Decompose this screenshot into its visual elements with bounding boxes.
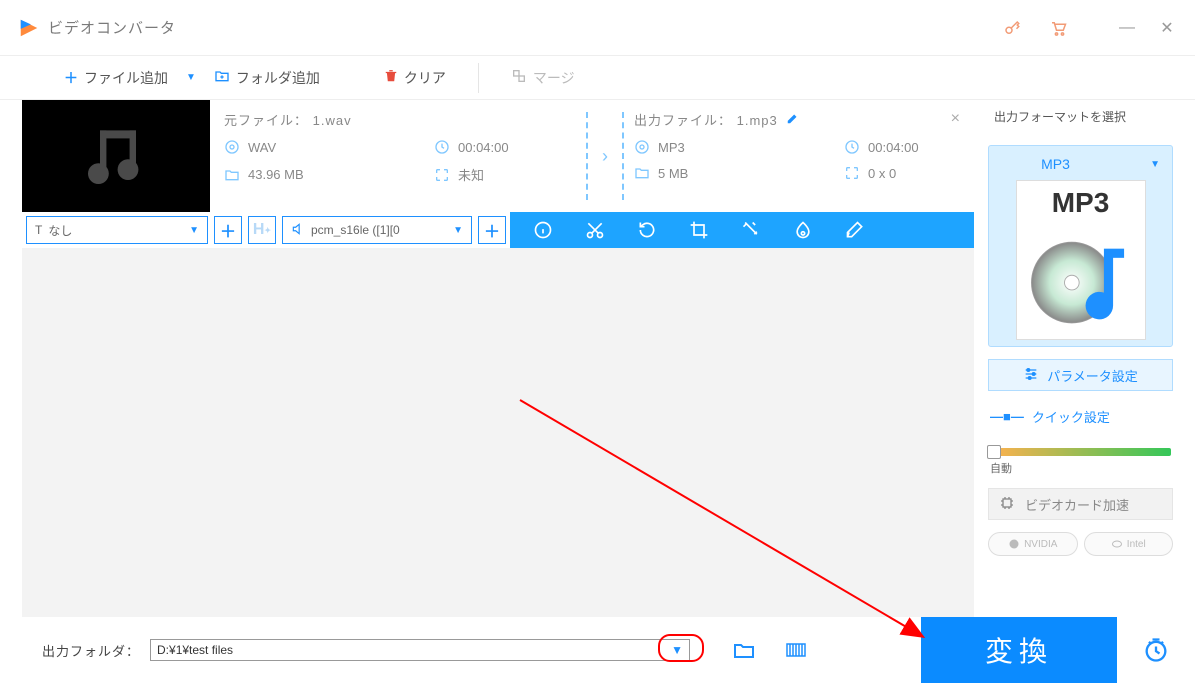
- output-duration: 00:04:00: [844, 139, 974, 155]
- minimize-button[interactable]: —: [1117, 18, 1137, 38]
- add-folder-button[interactable]: フォルダ追加: [214, 68, 320, 88]
- source-duration: 00:04:00: [434, 139, 564, 155]
- chevron-down-icon: ▼: [189, 225, 199, 236]
- folder-plus-icon: [214, 68, 230, 87]
- edit-tool-icon[interactable]: [844, 219, 866, 241]
- open-folder-button[interactable]: [730, 637, 758, 663]
- quick-settings-label: ―■― クイック設定: [988, 403, 1173, 430]
- close-button[interactable]: ✕: [1157, 18, 1177, 38]
- speaker-icon: [291, 222, 305, 239]
- cut-tool-icon[interactable]: [584, 219, 606, 241]
- add-file-button[interactable]: ＋ ファイル追加: [64, 68, 168, 88]
- merge-button[interactable]: マージ: [511, 68, 575, 88]
- subtitle-select[interactable]: T なし ▼: [26, 216, 208, 244]
- convert-direction-arrow: ›: [590, 100, 620, 212]
- audio-track-select[interactable]: pcm_s16le ([1][0 ▼: [282, 216, 472, 244]
- quality-slider[interactable]: [990, 448, 1171, 456]
- rotate-tool-icon[interactable]: [636, 219, 658, 241]
- sliders-icon: [1023, 366, 1039, 385]
- output-size: 5 MB: [634, 165, 764, 181]
- queue-button[interactable]: [782, 637, 810, 663]
- file-thumbnail[interactable]: [22, 100, 210, 212]
- output-folder-input[interactable]: [150, 639, 690, 661]
- merge-icon: [511, 68, 527, 87]
- format-select[interactable]: MP3 ▼: [995, 152, 1166, 180]
- format-preview: MP3: [1016, 180, 1146, 340]
- output-filename: 1.mp3: [737, 113, 778, 128]
- add-audio-button[interactable]: ＋: [478, 216, 506, 244]
- watermark-tool-icon[interactable]: [792, 219, 814, 241]
- crop-tool-icon[interactable]: [688, 219, 710, 241]
- chevron-down-icon: ▼: [453, 225, 463, 236]
- remove-file-button[interactable]: ×: [951, 110, 960, 128]
- schedule-button[interactable]: [1117, 617, 1195, 683]
- parameter-settings-button[interactable]: パラメータ設定: [988, 359, 1173, 391]
- plus-icon: ＋: [64, 68, 78, 88]
- rename-icon[interactable]: [786, 111, 800, 125]
- convert-button[interactable]: 変換: [921, 617, 1117, 683]
- effects-tool-icon[interactable]: [740, 219, 762, 241]
- add-file-dropdown[interactable]: ▼: [186, 72, 196, 83]
- source-size: 43.96 MB: [224, 165, 354, 184]
- intel-badge: Intel: [1084, 532, 1174, 556]
- file-card: 元ファイル： 1.wav WAV 00:04:00 43.96 MB 未知 › …: [22, 100, 974, 212]
- slider-thumb[interactable]: [987, 445, 1001, 459]
- output-folder-dropdown[interactable]: ▼: [665, 640, 689, 660]
- chip-icon: [999, 495, 1015, 514]
- clear-button[interactable]: クリア: [384, 68, 446, 88]
- app-logo-icon: [18, 17, 40, 39]
- output-format-title: 出力フォーマットを選択: [988, 100, 1173, 133]
- hardware-accel-button[interactable]: ビデオカード加速: [988, 488, 1173, 520]
- output-folder-label: 出力フォルダ：: [42, 641, 140, 660]
- output-format: MP3: [634, 139, 764, 155]
- source-resolution: 未知: [434, 165, 564, 184]
- source-format: WAV: [224, 139, 354, 155]
- chevron-down-icon: ▼: [1150, 159, 1160, 170]
- trash-icon: [384, 69, 398, 86]
- app-title: ビデオコンバータ: [48, 17, 176, 38]
- nvidia-badge: NVIDIA: [988, 532, 1078, 556]
- text-icon: T: [35, 223, 42, 237]
- info-tool-icon[interactable]: [532, 219, 554, 241]
- key-icon[interactable]: [1001, 17, 1023, 39]
- output-resolution: 0 x 0: [844, 165, 974, 181]
- source-filename: 1.wav: [313, 113, 352, 128]
- cart-icon[interactable]: [1047, 17, 1069, 39]
- slider-caption: 自動: [988, 460, 1173, 476]
- subtitle-settings-button[interactable]: H✦: [248, 216, 276, 244]
- add-subtitle-button[interactable]: ＋: [214, 216, 242, 244]
